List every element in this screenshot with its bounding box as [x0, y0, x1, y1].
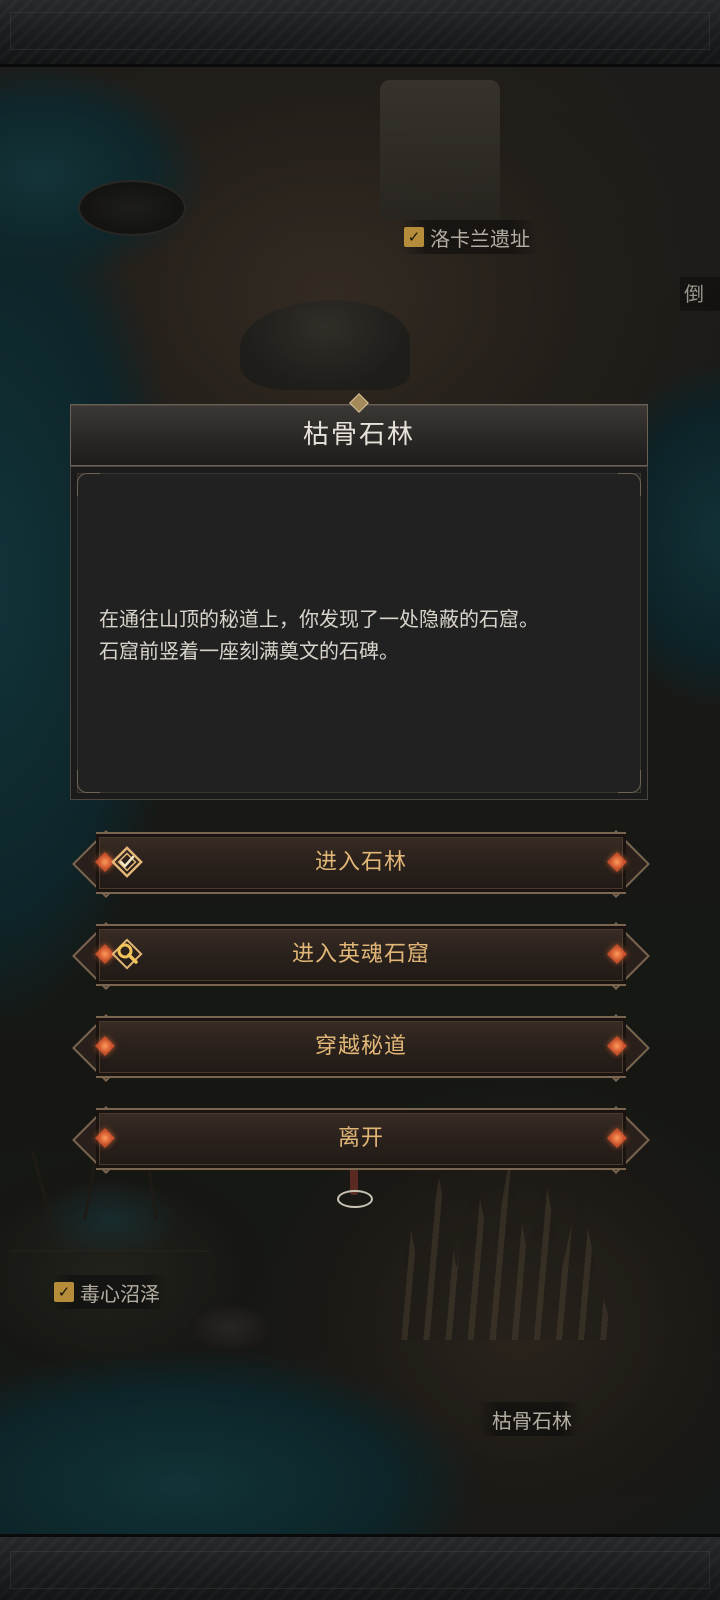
top-frame: [0, 0, 720, 67]
option-cross-secret-path-button[interactable]: 穿越秘道: [72, 1014, 650, 1082]
dialog-header: 枯骨石林: [70, 404, 648, 466]
game-screen: ⬙ ✓ 洛卡兰遗址 倒 ✓ 毒心沼泽 枯骨石林 枯骨石林 在通往山顶的秘道上，你…: [0, 0, 720, 1600]
check-icon: ✓: [404, 227, 424, 247]
location-name: 倒: [684, 282, 704, 306]
location-name: 洛卡兰遗址: [430, 226, 530, 251]
player-position-ring: [337, 1190, 373, 1208]
dialog-title: 枯骨石林: [302, 420, 415, 450]
dialog-body: 在通往山顶的秘道上，你发现了一处隐蔽的石窟。 石窟前竖着一座刻满奠文的石碑。: [70, 466, 648, 800]
corner-ornament: [618, 770, 641, 793]
event-dialog: 枯骨石林 在通往山顶的秘道上，你发现了一处隐蔽的石窟。 石窟前竖着一座刻满奠文的…: [70, 393, 648, 800]
location-offscreen-right[interactable]: 倒: [680, 277, 720, 311]
location-name: 枯骨石林: [492, 1408, 572, 1433]
location-bone-stone-forest[interactable]: 枯骨石林: [478, 1402, 580, 1436]
option-enter-hero-cave-button[interactable]: 进入英魂石窟: [72, 922, 650, 990]
corner-ornament: [77, 473, 100, 496]
location-loka-ruins[interactable]: ✓ 洛卡兰遗址: [400, 220, 538, 254]
description-line: 石窟前竖着一座刻满奠文的石碑。: [99, 639, 399, 663]
option-label: 离开: [337, 1126, 384, 1151]
option-enter-stone-forest-button[interactable]: 进入石林: [72, 830, 650, 898]
description-line: 在通往山顶的秘道上，你发现了一处隐蔽的石窟。: [99, 607, 539, 631]
dialog-description: 在通往山顶的秘道上，你发现了一处隐蔽的石窟。 石窟前竖着一座刻满奠文的石碑。: [99, 603, 629, 667]
option-label: 穿越秘道: [314, 1034, 407, 1059]
location-poison-swamp[interactable]: ✓ 毒心沼泽: [50, 1275, 168, 1309]
option-label: 进入英魂石窟: [291, 942, 430, 967]
check-icon: ✓: [54, 1282, 74, 1302]
corner-ornament: [618, 473, 641, 496]
option-leave-button[interactable]: 离开: [72, 1106, 650, 1174]
location-name: 毒心沼泽: [80, 1281, 160, 1306]
option-label: 进入石林: [314, 850, 407, 875]
corner-ornament: [77, 770, 100, 793]
bottom-frame: [0, 1534, 720, 1600]
